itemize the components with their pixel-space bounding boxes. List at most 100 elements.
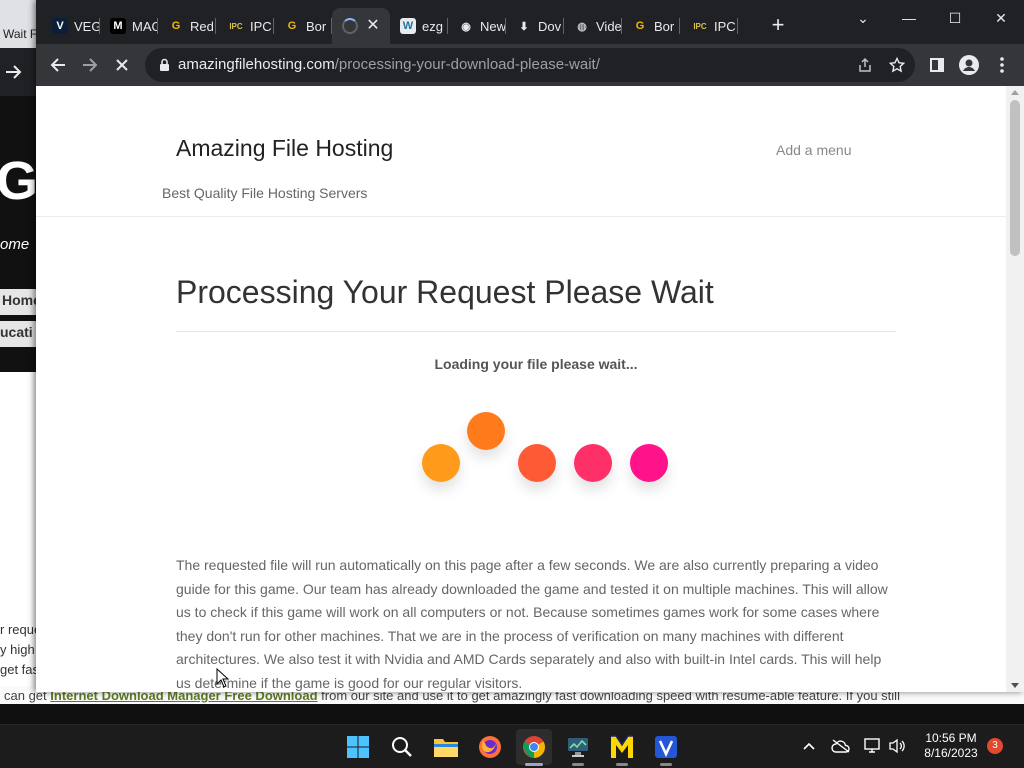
kebab-menu-icon[interactable] [987, 50, 1017, 80]
clock-time: 10:56 PM [925, 731, 977, 745]
running-indicator [660, 763, 672, 766]
url-domain: amazingfilehosting.com [178, 56, 335, 73]
file-explorer-icon[interactable] [428, 729, 464, 765]
show-hidden-icons-chevron-icon[interactable] [798, 735, 820, 757]
tab-title: Vide [596, 18, 622, 34]
m-logo-icon: M [110, 18, 126, 34]
loading-dot [630, 444, 668, 482]
tab-title: MAG [132, 18, 158, 34]
windows-start-icon[interactable] [340, 729, 376, 765]
wordpress-icon: W [400, 18, 416, 34]
browser-tab[interactable]: Wezg [390, 8, 448, 44]
v-icon: V [52, 18, 68, 34]
background-logo-letter: G [0, 151, 39, 211]
browser-tab[interactable]: ⬇ Dov [506, 8, 564, 44]
background-menu-home[interactable]: Home [0, 289, 40, 315]
scroll-up-arrow-icon[interactable] [1011, 90, 1019, 95]
browser-tab[interactable]: G Bor [622, 8, 680, 44]
chrome-taskbar-icon[interactable] [516, 729, 552, 766]
forward-button[interactable] [75, 50, 105, 80]
browser-tab[interactable]: ✕ [332, 8, 390, 44]
system-clock[interactable]: 10:56 PM 8/16/2023 [916, 731, 986, 761]
site-title[interactable]: Amazing File Hosting [176, 135, 393, 162]
url-path: /processing-your-download-please-wait/ [334, 56, 600, 73]
browser-tab[interactable]: IPC IPC [680, 8, 738, 44]
v-app-icon[interactable] [648, 729, 684, 766]
browser-tab[interactable]: ◉ New [448, 8, 506, 44]
url-text[interactable]: amazingfilehosting.com/processing-your-d… [178, 56, 600, 73]
clock-date: 8/16/2023 [924, 746, 978, 760]
forward-arrow-icon [83, 58, 98, 72]
close-window-button[interactable]: ✕ [978, 4, 1024, 32]
ipc-games-icon: IPC [229, 21, 243, 31]
search-icon[interactable] [384, 729, 420, 765]
scrollbar-thumb[interactable] [1010, 100, 1020, 256]
close-tab-icon[interactable]: ✕ [364, 17, 382, 35]
scroll-down-arrow-icon[interactable] [1011, 683, 1019, 688]
browser-tab[interactable]: G Red [158, 8, 216, 44]
close-icon [116, 59, 128, 71]
tab-title: VEG [74, 18, 100, 34]
tab-title: New [480, 18, 506, 34]
running-indicator [572, 763, 584, 766]
globe-icon: ◍ [577, 20, 587, 33]
background-welcome-text: ome [0, 236, 30, 253]
add-menu-link[interactable]: Add a menu [776, 142, 852, 158]
page-viewport[interactable]: Amazing File Hosting Add a menu Best Qua… [36, 86, 1024, 692]
lock-icon[interactable] [159, 58, 170, 72]
notification-badge[interactable]: 3 [987, 738, 1003, 754]
back-button[interactable] [43, 50, 73, 80]
background-tab-strip: Wait F [0, 0, 40, 48]
windows-taskbar: 10:56 PM 8/16/2023 3 [0, 724, 1024, 768]
back-arrow-icon [50, 58, 65, 72]
loading-spinner-icon [342, 18, 358, 34]
tab-title: ezg [422, 18, 443, 34]
body-paragraph: The requested file will run automaticall… [176, 557, 888, 691]
background-paragraph-line: r reque [0, 622, 40, 637]
browser-tab[interactable]: ◍ Vide [564, 8, 622, 44]
address-bar[interactable]: amazingfilehosting.com/processing-your-d… [145, 48, 915, 82]
browser-tab[interactable]: G Bor [274, 8, 332, 44]
firefox-icon[interactable] [472, 729, 508, 765]
loading-dot [518, 444, 556, 482]
loading-dot [422, 444, 460, 482]
network-monitor-icon[interactable] [560, 729, 596, 766]
tab-title: IPC [250, 18, 272, 34]
onedrive-offline-icon[interactable] [830, 735, 852, 757]
active-indicator [525, 763, 543, 766]
loading-dot [574, 444, 612, 482]
minimize-button[interactable]: — [886, 4, 932, 32]
page-title: Processing Your Request Please Wait [176, 274, 714, 310]
forward-arrow-icon[interactable] [4, 64, 24, 80]
background-paragraph-line: y high [0, 642, 35, 657]
chrome-icon: ◉ [461, 20, 471, 33]
site-tagline: Best Quality File Hosting Servers [162, 185, 368, 201]
background-status-strip [0, 704, 1024, 724]
chrome-window: V VEG M MAG G Red IPC IPC G Bor ✕ Wezg ◉ New ⬇ Dov ◍ Vide… [36, 0, 1024, 692]
browser-tab[interactable]: IPC IPC [216, 8, 274, 44]
share-icon[interactable] [855, 55, 875, 75]
side-panel-icon[interactable] [922, 50, 952, 80]
background-paragraph-line: get fast [0, 662, 40, 677]
yellow-m-app-icon[interactable] [604, 729, 640, 766]
mouse-cursor-icon [216, 668, 230, 688]
stop-loading-button[interactable] [107, 50, 137, 80]
tab-title: Bor [306, 18, 327, 34]
tab-title: Dov [538, 18, 562, 34]
volume-icon[interactable] [886, 735, 908, 757]
network-icon[interactable] [862, 735, 884, 757]
background-menu-education[interactable]: ucati [0, 321, 40, 347]
tab-strip: V VEG M MAG G Red IPC IPC G Bor ✕ Wezg ◉ New ⬇ Dov ◍ Vide… [36, 0, 1024, 44]
browser-tab[interactable]: M MAG [100, 8, 158, 44]
bookmark-star-icon[interactable] [887, 55, 907, 75]
new-tab-button[interactable]: + [766, 14, 790, 38]
browser-tab[interactable]: V VEG [42, 8, 100, 44]
ipc-games-icon: IPC [693, 21, 707, 31]
profile-avatar-icon[interactable] [954, 50, 984, 80]
vertical-scrollbar[interactable] [1006, 86, 1024, 692]
maximize-button[interactable]: ☐ [932, 4, 978, 32]
tab-search-button[interactable]: ⌄ [840, 4, 886, 32]
background-tab-label[interactable]: Wait F [3, 27, 37, 41]
tab-title: Bor [654, 18, 675, 34]
loading-message: Loading your file please wait... [434, 356, 638, 372]
